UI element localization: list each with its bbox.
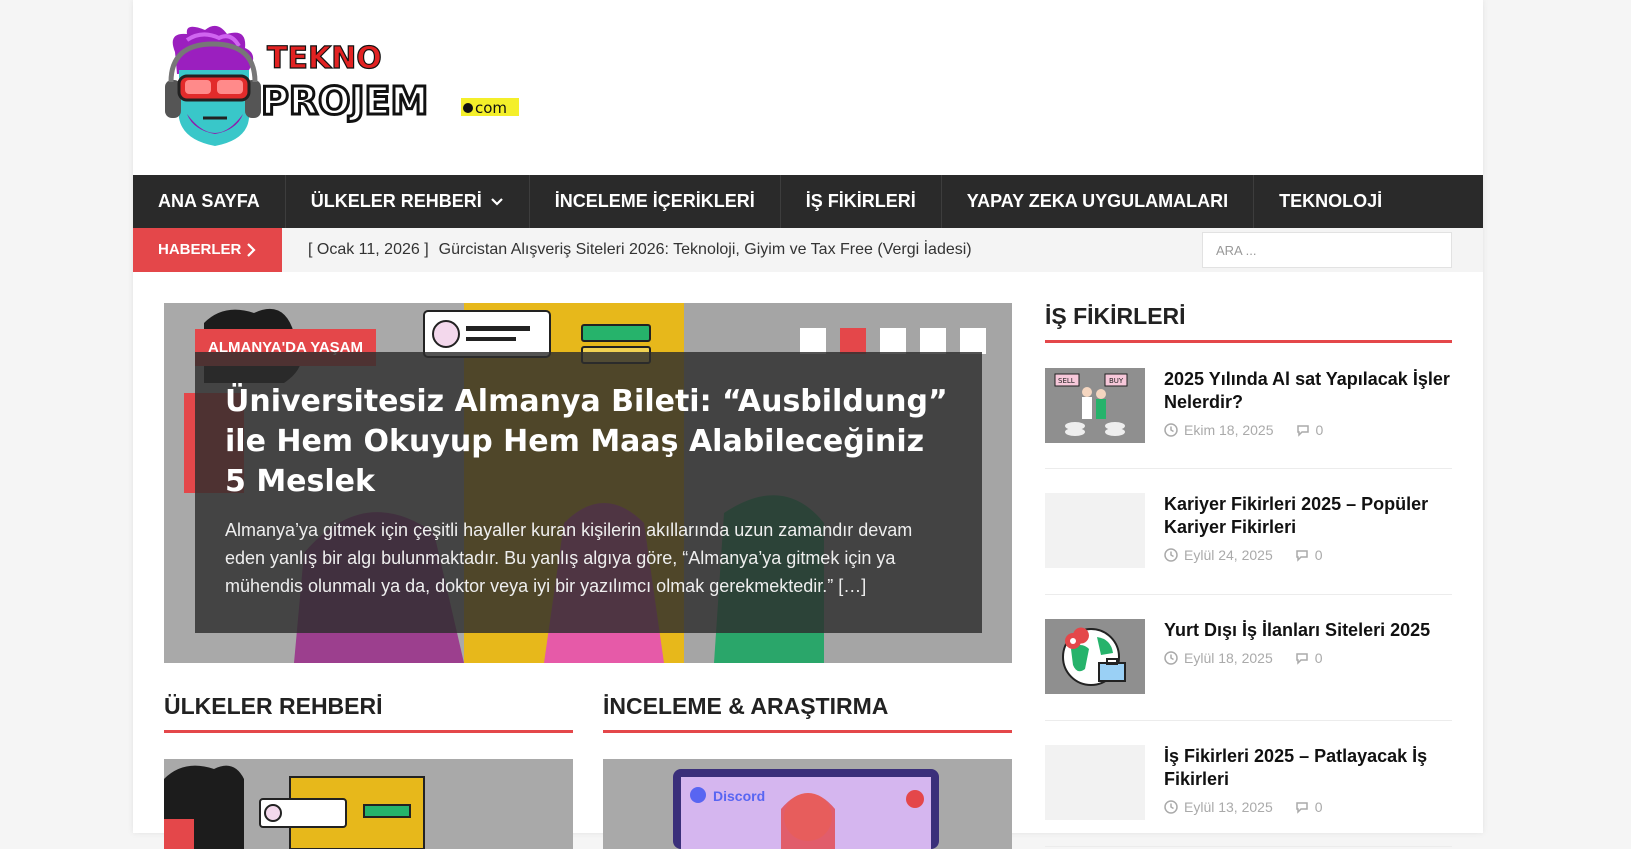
post-thumbnail[interactable]: SELL BUY: [1045, 368, 1145, 443]
clock-icon: [1164, 423, 1178, 437]
hero-excerpt: Almanya’ya gitmek için çeşitli hayaller …: [225, 520, 913, 596]
post-date: Eylül 13, 2025: [1184, 799, 1273, 815]
section-inceleme-arastirma: İNCELEME & ARAŞTIRMA Discord: [603, 693, 1012, 849]
slider-dot[interactable]: [920, 328, 946, 354]
section-title: İNCELEME & ARAŞTIRMA: [603, 693, 1012, 733]
post-meta: Eylül 18, 2025 0: [1164, 650, 1430, 666]
post-thumbnail-placeholder[interactable]: [1045, 745, 1145, 820]
sidebar-post[interactable]: İş Fikirleri 2025 – Patlayacak İş Fikirl…: [1045, 721, 1452, 847]
ticker-date: [ Ocak 11, 2026 ]: [308, 241, 429, 258]
nav-item-ulkeler-rehberi[interactable]: ÜLKELER REHBERİ: [286, 175, 530, 228]
post-meta: Eylül 13, 2025 0: [1164, 799, 1452, 815]
nav-label: İNCELEME İÇERİKLERİ: [554, 191, 755, 211]
clock-icon: [1164, 651, 1178, 665]
post-title[interactable]: İş Fikirleri 2025 – Patlayacak İş Fikirl…: [1164, 745, 1452, 791]
post-thumbnail-placeholder[interactable]: [1045, 493, 1145, 568]
post-meta: Eylül 24, 2025 0: [1164, 547, 1452, 563]
section-thumbnail[interactable]: Discord: [603, 759, 1012, 849]
post-body: Kariyer Fikirleri 2025 – Popüler Kariyer…: [1164, 493, 1452, 572]
post-date: Ekim 18, 2025: [1184, 422, 1274, 438]
section-title: ÜLKELER REHBERİ: [164, 693, 573, 733]
featured-slider[interactable]: ALMANYA'DA YAŞAM Üniversitesiz Almanya B…: [164, 303, 1012, 663]
nav-label: YAPAY ZEKA UYGULAMALARI: [966, 191, 1229, 211]
post-body: İş Fikirleri 2025 – Patlayacak İş Fikirl…: [1164, 745, 1452, 824]
slider-dot-active[interactable]: [840, 328, 866, 354]
logo-line1: TEKNO: [267, 41, 382, 76]
slider-dot[interactable]: [880, 328, 906, 354]
logo-suffix: com: [475, 99, 507, 117]
post-title[interactable]: 2025 Yılında Al sat Yapılacak İşler Nele…: [1164, 368, 1452, 414]
post-comments[interactable]: 0: [1315, 650, 1323, 666]
section-thumbnail[interactable]: [164, 759, 573, 849]
sidebar-post[interactable]: Kariyer Fikirleri 2025 – Popüler Kariyer…: [1045, 469, 1452, 595]
sidebar-title: İŞ FİKİRLERİ: [1045, 303, 1452, 343]
comment-icon: [1295, 653, 1308, 665]
nav-item-is-fikirleri[interactable]: İŞ FİKİRLERİ: [781, 175, 942, 228]
nav-label: ÜLKELER REHBERİ: [310, 191, 482, 211]
nav-item-teknoloji[interactable]: TEKNOLOJİ: [1254, 175, 1407, 228]
hero-caption: Üniversitesiz Almanya Bileti: “Ausbildun…: [195, 352, 982, 633]
post-title[interactable]: Kariyer Fikirleri 2025 – Popüler Kariyer…: [1164, 493, 1452, 539]
nav-label: ANA SAYFA: [158, 191, 260, 211]
post-comments[interactable]: 0: [1315, 799, 1323, 815]
clock-icon: [1164, 548, 1178, 562]
post-comments[interactable]: 0: [1316, 422, 1324, 438]
hero-title[interactable]: Üniversitesiz Almanya Bileti: “Ausbildun…: [225, 382, 952, 502]
chevron-down-icon: [490, 197, 503, 206]
sidebar-is-fikirleri: İŞ FİKİRLERİ SELL BUY 2025 Yılında Al sa…: [1045, 303, 1452, 847]
main-navigation: ANA SAYFA ÜLKELER REHBERİ İNCELEME İÇERİ…: [133, 175, 1483, 228]
post-thumbnail[interactable]: [1045, 619, 1145, 694]
article-image: [164, 759, 573, 849]
discord-text: Discord: [713, 788, 765, 804]
buy-label: BUY: [1109, 377, 1124, 385]
comment-icon: [1295, 550, 1308, 562]
sidebar-post[interactable]: Yurt Dışı İş İlanları Siteleri 2025 Eylü…: [1045, 595, 1452, 721]
sidebar-post[interactable]: SELL BUY 2025 Yılında Al sat Yapılacak İ…: [1045, 343, 1452, 469]
post-comments[interactable]: 0: [1315, 547, 1323, 563]
post-body: 2025 Yılında Al sat Yapılacak İşler Nele…: [1164, 368, 1452, 446]
search-input[interactable]: [1202, 232, 1452, 268]
sell-buy-illustration: SELL BUY: [1045, 368, 1145, 443]
site-logo[interactable]: TEKNO PROJEM com: [157, 22, 537, 152]
slider-dots: [800, 328, 986, 354]
post-title[interactable]: Yurt Dışı İş İlanları Siteleri 2025: [1164, 619, 1430, 642]
comment-icon: [1295, 802, 1308, 814]
sell-label: SELL: [1058, 377, 1075, 385]
nav-label: İŞ FİKİRLERİ: [805, 191, 916, 211]
post-body: Yurt Dışı İş İlanları Siteleri 2025 Eylü…: [1164, 619, 1430, 698]
section-ulkeler-rehberi: ÜLKELER REHBERİ: [164, 693, 573, 849]
comment-icon: [1296, 425, 1309, 437]
ticker-headline-link[interactable]: [ Ocak 11, 2026 ] Gürcistan Alışveriş Sit…: [308, 228, 972, 272]
clock-icon: [1164, 800, 1178, 814]
ticker-label: HABERLER: [133, 228, 282, 272]
news-ticker: HABERLER [ Ocak 11, 2026 ] Gürcistan Alış…: [133, 228, 1483, 272]
nav-item-yapay-zeka[interactable]: YAPAY ZEKA UYGULAMALARI: [942, 175, 1255, 228]
page-container: TEKNO PROJEM com ANA SAYFA ÜLKELER REHBE…: [133, 0, 1483, 849]
nav-item-inceleme-icerikleri[interactable]: İNCELEME İÇERİKLERİ: [530, 175, 781, 228]
post-date: Eylül 18, 2025: [1184, 650, 1273, 666]
logo-line2: PROJEM: [261, 79, 428, 123]
globe-illustration: [1045, 619, 1145, 694]
post-meta: Ekim 18, 2025 0: [1164, 422, 1452, 438]
nav-item-ana-sayfa[interactable]: ANA SAYFA: [133, 175, 286, 228]
slider-dot[interactable]: [800, 328, 826, 354]
nav-label: TEKNOLOJİ: [1279, 191, 1383, 211]
chevron-right-icon: [247, 243, 256, 257]
post-date: Eylül 24, 2025: [1184, 547, 1273, 563]
ticker-label-text: HABERLER: [158, 241, 242, 258]
ticker-headline: Gürcistan Alışveriş Siteleri 2026: Tekno…: [438, 241, 972, 258]
logo-graphic: TEKNO PROJEM com: [165, 25, 519, 146]
article-image: Discord: [603, 759, 1012, 849]
slider-dot[interactable]: [960, 328, 986, 354]
